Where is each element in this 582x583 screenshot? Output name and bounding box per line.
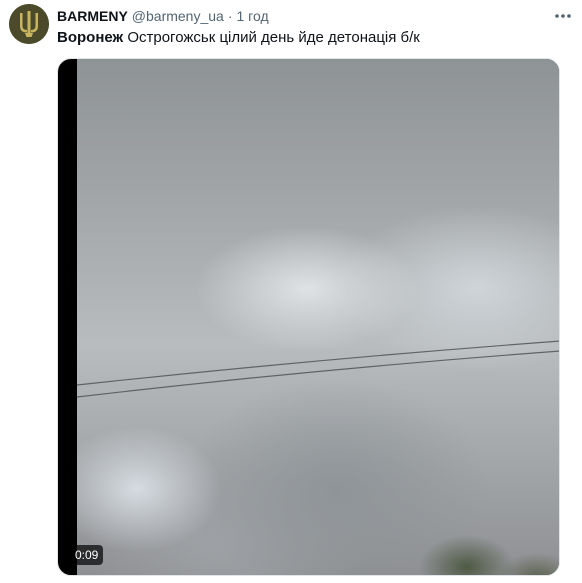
separator-dot: · [227,8,233,24]
author-name[interactable]: BARMENY [57,8,128,24]
video-power-lines [77,340,559,398]
more-options-button[interactable] [550,6,576,26]
tweet-text: Воронеж Острогожськ цілий день йде детон… [57,28,420,48]
tweet[interactable]: BARMENY @barmeny_ua · 1 год Воронеж Острого… [0,0,582,583]
avatar[interactable] [9,4,49,44]
video-player[interactable]: 0:09 [57,58,560,576]
author-handle[interactable]: @barmeny_ua [132,8,224,24]
timestamp[interactable]: 1 год [237,8,269,24]
trident-logo-icon [9,4,49,44]
tweet-text-body: Острогожськ цілий день йде детонація б/к [123,29,420,46]
video-duration-badge: 0:09 [70,545,104,565]
more-horizontal-icon [555,14,571,18]
tweet-text-bold: Воронеж [57,29,124,46]
video-frame[interactable] [77,59,559,575]
tweet-header: BARMENY @barmeny_ua · 1 год [57,7,269,25]
